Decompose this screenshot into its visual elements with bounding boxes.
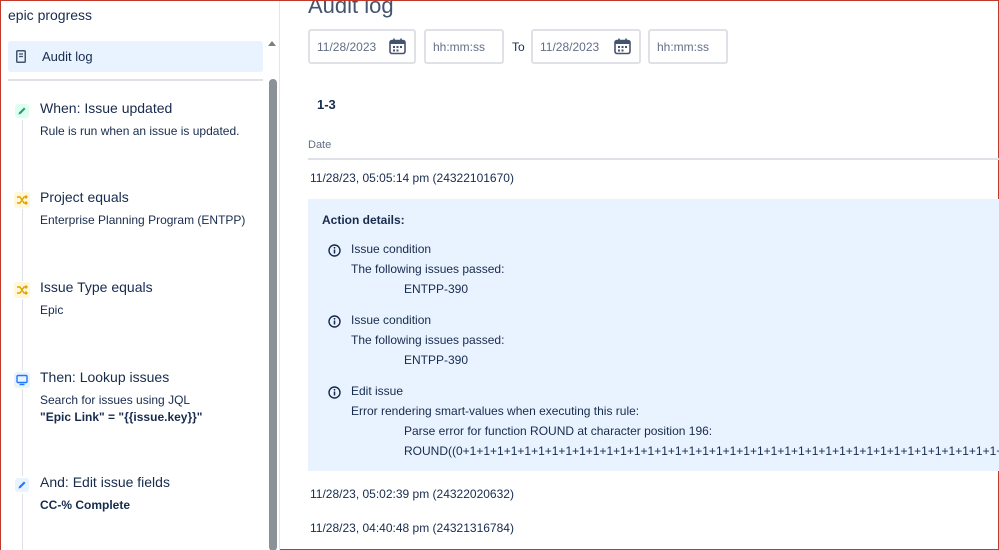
step-description: Rule is run when an issue is updated. [40, 124, 240, 138]
rule-step-issuetype-condition[interactable]: Issue Type equals Epic [11, 279, 261, 329]
divider [8, 79, 263, 81]
action-entry: Issue condition The following issues pas… [328, 242, 999, 302]
from-time-input[interactable]: hh:mm:ss [424, 29, 504, 64]
action-title: Issue condition [351, 313, 432, 327]
action-entry: Edit issue Error rendering smart-values … [328, 384, 999, 464]
rule-step-trigger[interactable]: When: Issue updated Rule is run when an … [11, 100, 261, 150]
page-title: Audit log [308, 1, 394, 18]
to-time-placeholder: hh:mm:ss [657, 39, 710, 54]
from-date-input[interactable]: 11/28/2023 [308, 29, 416, 64]
divider [308, 158, 999, 160]
document-icon [16, 49, 28, 64]
to-date-input[interactable]: 11/28/2023 [531, 29, 641, 64]
info-icon [328, 244, 341, 262]
calendar-icon[interactable] [389, 38, 406, 58]
audit-row[interactable]: 11/28/23, 05:05:14 pm (24322101670) [310, 171, 514, 185]
step-title: Project equals [40, 189, 129, 205]
shuffle-icon [13, 281, 31, 299]
step-description: Epic [40, 303, 64, 317]
to-date-value: 11/28/2023 [540, 39, 600, 54]
step-description: Enterprise Planning Program (ENTPP) [40, 213, 246, 227]
audit-row[interactable]: 11/28/23, 04:40:48 pm (24321316784) [310, 521, 514, 535]
sidebar-item-audit-log[interactable]: Audit log [8, 41, 263, 72]
step-jql: "Epic Link" = "{{issue.key}}" [40, 410, 203, 424]
from-date-value: 11/28/2023 [317, 39, 377, 54]
error-detail: Parse error for function ROUND at charac… [404, 424, 713, 438]
to-label: To [512, 40, 525, 54]
rule-step-lookup-issues[interactable]: Then: Lookup issues Search for issues us… [11, 369, 261, 429]
step-title: When: Issue updated [40, 100, 173, 116]
step-title: Issue Type equals [40, 279, 153, 295]
result-range: 1-3 [317, 97, 336, 112]
issue-key: ENTPP-390 [404, 282, 469, 296]
monitor-icon [13, 371, 31, 389]
rule-sidebar: epic progress Audit log When: Issue upda… [1, 1, 280, 550]
action-entry: Issue condition The following issues pas… [328, 313, 999, 373]
shuffle-icon [13, 191, 31, 209]
issue-key: ENTPP-390 [404, 353, 469, 367]
action-title: Issue condition [351, 242, 432, 256]
rule-step-edit-issue[interactable]: And: Edit issue fields CC-% Complete [11, 474, 261, 524]
rule-title: epic progress [8, 7, 93, 23]
action-message: The following issues passed: [351, 333, 505, 347]
info-icon [328, 315, 341, 333]
scroll-up-arrow-icon[interactable] [268, 41, 276, 46]
action-message: Error rendering smart-values when execut… [351, 404, 640, 418]
pencil-icon [13, 102, 31, 120]
scroll-thumb[interactable] [269, 79, 277, 550]
step-description: Search for issues using JQL [40, 393, 191, 407]
error-expression: ROUND((0+1+1+1+1+1+1+1+1+1+1+1+1+1+1+1+1… [404, 444, 999, 458]
audit-log-panel: Audit log 11/28/2023 hh:mm:ss To 11/28/2… [281, 1, 999, 550]
from-time-placeholder: hh:mm:ss [433, 39, 486, 54]
step-title: And: Edit issue fields [40, 474, 170, 490]
action-details-heading: Action details: [322, 213, 405, 227]
calendar-icon[interactable] [614, 38, 631, 58]
sidebar-item-label: Audit log [42, 49, 93, 64]
audit-row[interactable]: 11/28/23, 05:02:39 pm (24322020632) [310, 487, 514, 501]
to-time-input[interactable]: hh:mm:ss [648, 29, 728, 64]
rule-step-project-condition[interactable]: Project equals Enterprise Planning Progr… [11, 189, 261, 239]
sidebar-scrollbar[interactable] [266, 41, 278, 550]
info-icon [328, 386, 341, 404]
pencil-icon [13, 476, 31, 494]
action-message: The following issues passed: [351, 262, 505, 276]
action-details-panel: Action details: Issue condition The foll… [308, 199, 999, 471]
date-column-header: Date [308, 139, 332, 151]
step-title: Then: Lookup issues [40, 369, 170, 385]
action-title: Edit issue [351, 384, 404, 398]
step-field: CC-% Complete [40, 498, 131, 512]
